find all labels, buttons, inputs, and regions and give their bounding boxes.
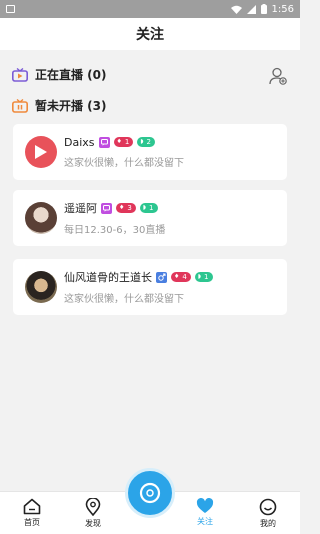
male-icon bbox=[156, 271, 167, 283]
tab-discover[interactable]: 发现 bbox=[68, 492, 118, 534]
play-icon bbox=[35, 145, 47, 159]
level-badge: ♦ 1 bbox=[113, 137, 134, 147]
signal-icon bbox=[246, 4, 256, 14]
add-person-icon[interactable] bbox=[268, 66, 288, 86]
level-badge: ♦ 3 bbox=[116, 203, 136, 213]
start-live-button[interactable] bbox=[125, 468, 175, 518]
tv-offline-icon bbox=[12, 98, 28, 113]
chat-icon bbox=[98, 136, 110, 148]
fans-badge: ◗ 1 bbox=[139, 203, 158, 213]
image-notification-icon bbox=[6, 5, 15, 13]
heart-icon: ◗ bbox=[197, 273, 202, 280]
heart-icon bbox=[196, 498, 214, 513]
username: Daixs bbox=[64, 135, 95, 149]
camera-lens-icon bbox=[139, 482, 161, 504]
username: 仙风道骨的王道长 bbox=[64, 271, 152, 284]
wifi-icon bbox=[230, 5, 242, 14]
follow-card[interactable]: Daixs ♦ 1 ◗ 2 这家伙很懒，什么都没留下 bbox=[13, 124, 287, 180]
section-offline[interactable]: 暂未开播 (3) bbox=[12, 97, 107, 114]
heart-icon: ◗ bbox=[140, 138, 144, 145]
level-value: 1 bbox=[124, 138, 130, 146]
username: 遥遥阿 bbox=[64, 202, 97, 215]
section-live-label: 正在直播 (0) bbox=[35, 68, 107, 82]
tab-follow[interactable]: 关注 bbox=[180, 492, 230, 534]
fans-value: 1 bbox=[204, 273, 209, 281]
title-bar: 关注 bbox=[0, 18, 300, 50]
diamond-icon: ♦ bbox=[174, 273, 180, 280]
fans-value: 1 bbox=[149, 204, 154, 212]
level-value: 3 bbox=[127, 204, 132, 212]
user-bio: 每日12.30-6，30直播 bbox=[64, 225, 166, 236]
fans-badge: ◗ 2 bbox=[137, 137, 156, 147]
page-title: 关注 bbox=[136, 27, 164, 43]
location-pin-icon bbox=[85, 498, 101, 516]
avatar bbox=[25, 202, 57, 234]
tab-mine[interactable]: 我的 bbox=[243, 492, 293, 534]
diamond-icon: ♦ bbox=[116, 138, 122, 145]
section-offline-label: 暂未开播 (3) bbox=[35, 99, 107, 113]
level-value: 4 bbox=[182, 273, 187, 281]
section-live[interactable]: 正在直播 (0) bbox=[12, 66, 107, 83]
smile-face-icon bbox=[259, 498, 277, 516]
status-time: 1:56 bbox=[271, 3, 294, 15]
follow-card[interactable]: 仙风道骨的王道长 ♦ 4 ◗ 1 这家伙很懒，什么都没留下 bbox=[13, 259, 287, 315]
user-bio: 这家伙很懒，什么都没留下 bbox=[64, 157, 184, 169]
tab-mine-label: 我的 bbox=[260, 519, 276, 528]
home-icon bbox=[23, 498, 41, 515]
user-bio: 这家伙很懒，什么都没留下 bbox=[64, 294, 184, 305]
chat-icon bbox=[101, 202, 112, 214]
avatar bbox=[25, 271, 57, 303]
tab-home[interactable]: 首页 bbox=[7, 492, 57, 534]
avatar bbox=[25, 136, 57, 168]
battery-icon bbox=[260, 4, 267, 14]
follow-card[interactable]: 遥遥阿 ♦ 3 ◗ 1 每日12.30-6，30直播 bbox=[13, 190, 287, 246]
status-bar: 1:56 bbox=[0, 0, 300, 18]
tab-follow-label: 关注 bbox=[197, 517, 213, 526]
fans-badge: ◗ 1 bbox=[194, 272, 213, 282]
tv-live-icon bbox=[12, 67, 28, 82]
level-badge: ♦ 4 bbox=[171, 272, 191, 282]
tab-discover-label: 发现 bbox=[85, 519, 101, 528]
diamond-icon: ♦ bbox=[119, 204, 125, 211]
fans-value: 2 bbox=[146, 138, 152, 146]
tab-home-label: 首页 bbox=[24, 518, 40, 527]
heart-icon: ◗ bbox=[142, 204, 147, 211]
